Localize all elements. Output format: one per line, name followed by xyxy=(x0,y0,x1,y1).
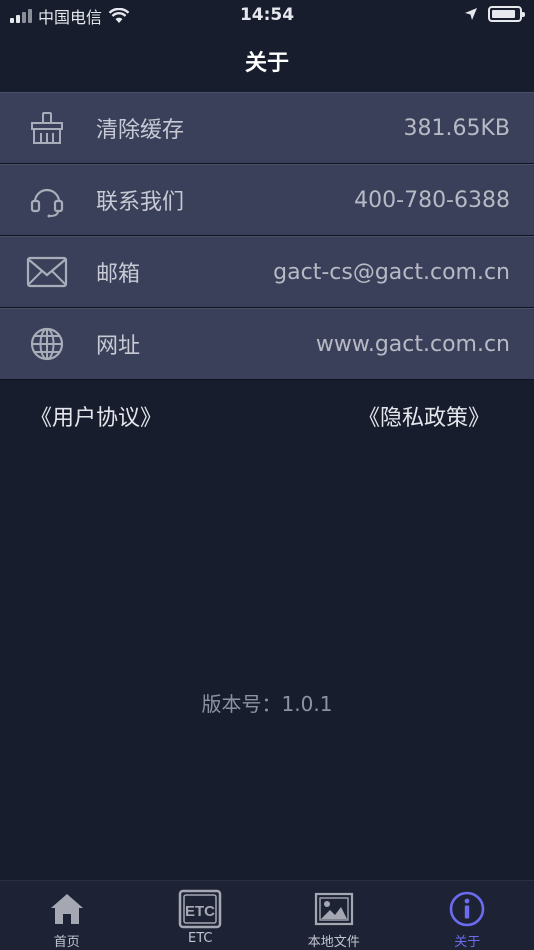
tab-home[interactable]: 首页 xyxy=(0,881,134,950)
headset-icon xyxy=(26,179,68,221)
image-icon xyxy=(312,889,356,929)
mail-icon xyxy=(26,251,68,293)
row-label: 联系我们 xyxy=(96,190,185,215)
tab-bar: 首页 ETC ETC 本地文件 关于 xyxy=(0,880,534,950)
tab-label: ETC xyxy=(188,931,213,946)
battery-icon xyxy=(488,6,525,22)
info-icon xyxy=(445,889,489,929)
settings-list: 清除缓存 381.65KB 联系我们 400-780-6388 邮箱 gact-… xyxy=(0,92,534,380)
tab-label: 关于 xyxy=(454,935,481,950)
battery-level xyxy=(492,10,516,18)
tab-label: 首页 xyxy=(53,935,80,950)
svg-text:ETC: ETC xyxy=(185,903,215,920)
row-value: 400-780-6388 xyxy=(354,187,510,213)
row-value: gact-cs@gact.com.cn xyxy=(273,259,510,285)
nav-bar: 关于 xyxy=(0,30,534,92)
status-right xyxy=(464,6,525,22)
globe-icon xyxy=(26,323,68,365)
basket-icon xyxy=(26,107,68,149)
version-text: 版本号：1.0.1 xyxy=(201,692,333,716)
row-label: 清除缓存 xyxy=(96,118,185,143)
status-time: 14:54 xyxy=(239,5,295,25)
row-value: www.gact.com.cn xyxy=(315,331,510,357)
location-arrow-icon xyxy=(465,8,477,20)
tab-local-files[interactable]: 本地文件 xyxy=(267,881,401,950)
row-label: 网址 xyxy=(96,334,141,359)
row-value: 381.65KB xyxy=(403,115,511,141)
email-row[interactable]: 邮箱 gact-cs@gact.com.cn xyxy=(0,236,534,308)
tab-about[interactable]: 关于 xyxy=(401,881,534,950)
clear-cache-row[interactable]: 清除缓存 381.65KB xyxy=(0,92,534,164)
status-bar: 中国电信 14:54 xyxy=(0,0,534,30)
page-title: 关于 xyxy=(244,51,289,76)
privacy-policy-link[interactable]: 《隐私政策》 xyxy=(358,400,490,432)
row-label: 邮箱 xyxy=(96,262,141,287)
home-icon xyxy=(45,889,89,929)
website-row[interactable]: 网址 www.gact.com.cn xyxy=(0,308,534,380)
contact-us-row[interactable]: 联系我们 400-780-6388 xyxy=(0,164,534,236)
tab-label: 本地文件 xyxy=(307,935,360,950)
policy-links: 《用户协议》 《隐私政策》 xyxy=(0,400,534,440)
etc-icon: ETC xyxy=(178,889,222,929)
tab-etc[interactable]: ETC ETC xyxy=(134,881,268,950)
user-agreement-link[interactable]: 《用户协议》 xyxy=(30,400,162,432)
